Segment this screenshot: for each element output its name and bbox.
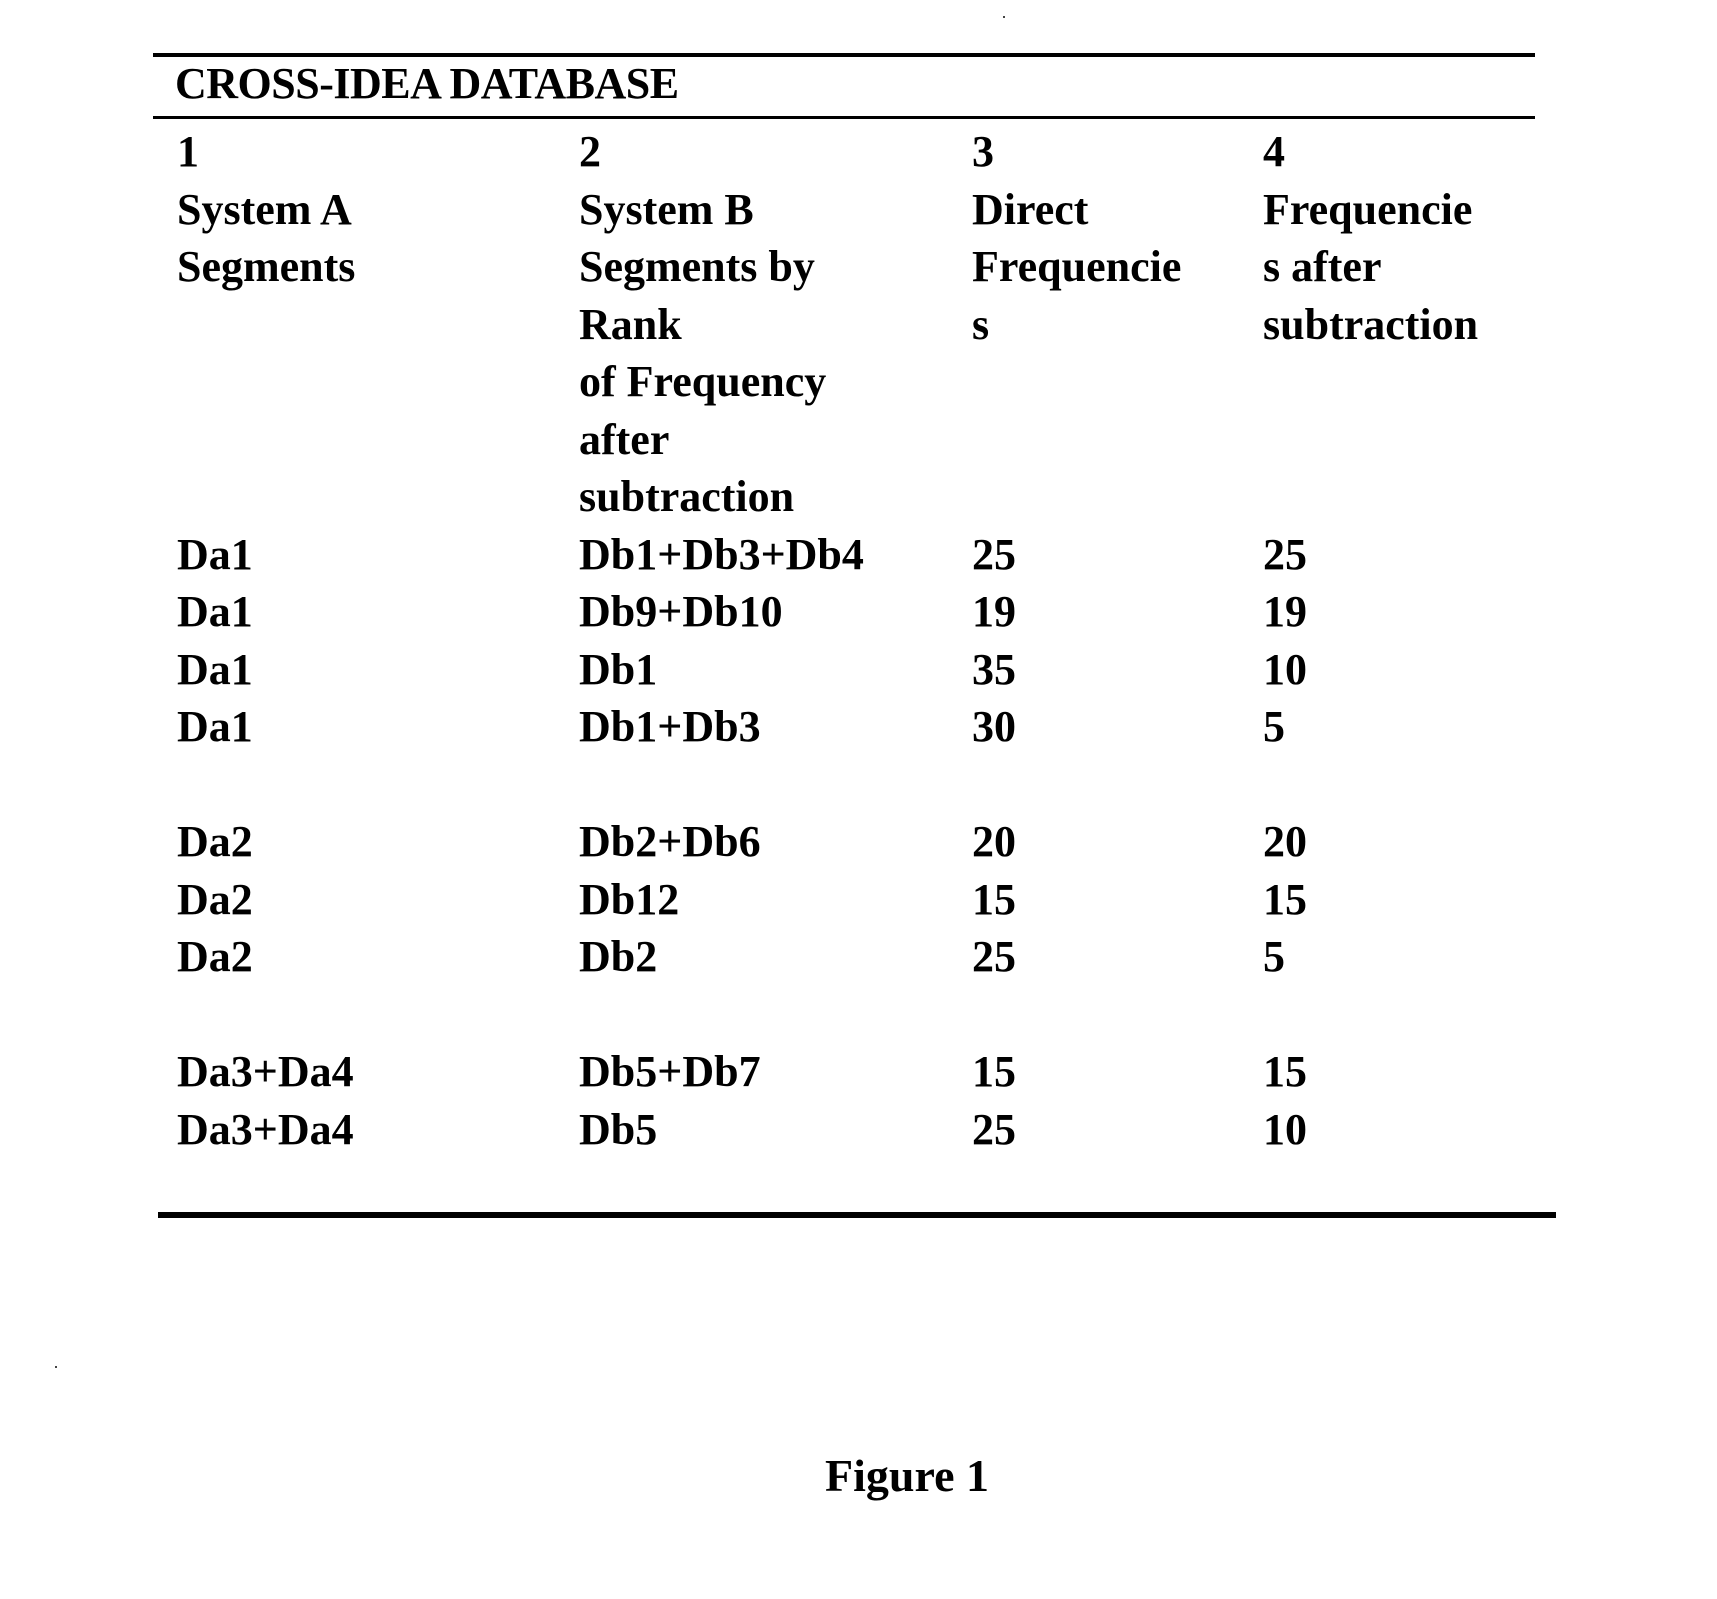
- system-b-segments-cell: Db5: [579, 1104, 658, 1154]
- figure-caption: Figure 1: [825, 1450, 989, 1501]
- column-header-line: Segments by: [579, 242, 815, 291]
- column-header-line: subtraction: [579, 472, 795, 521]
- direct-frequency-cell: 35: [972, 644, 1016, 694]
- column-number: 4: [1263, 127, 1285, 176]
- table-title: CROSS-IDEA DATABASE: [175, 59, 679, 108]
- column-header-1: 1 System A Segments: [177, 123, 355, 296]
- scan-speck: [55, 1366, 57, 1368]
- system-b-segments-cell: Db1: [579, 644, 658, 694]
- table-bottom-rule: [158, 1212, 1556, 1218]
- system-b-segments-cell: Db1+Db3+Db4: [579, 529, 864, 579]
- frequency-after-subtraction-cell: 20: [1263, 817, 1307, 866]
- table-top-rule: [153, 53, 1535, 57]
- direct-frequency-cell: 25: [972, 529, 1016, 579]
- system-a-segment-cell: Da2: [177, 874, 253, 924]
- column-header-line: subtraction: [1263, 299, 1479, 349]
- column-header-line: s after: [1263, 242, 1382, 291]
- frequency-after-subtraction-cell: 15: [1263, 1047, 1307, 1096]
- system-b-segments-cell: Db5+Db7: [579, 1047, 761, 1096]
- system-a-segment-cell: Da2: [177, 932, 253, 981]
- system-a-segment-cell: Da1: [177, 702, 253, 751]
- frequency-after-subtraction-cell: 10: [1263, 1104, 1307, 1154]
- frequency-after-subtraction-cell: 25: [1263, 529, 1307, 579]
- system-a-segment-cell: Da1: [177, 529, 253, 579]
- column-header-3: 3 Direct Frequencie s: [972, 123, 1181, 353]
- column-header-line: Frequencie: [972, 242, 1182, 291]
- system-b-segments-cell: Db12: [579, 874, 680, 924]
- direct-frequency-cell: 15: [972, 1047, 1016, 1096]
- direct-frequency-cell: 25: [972, 1104, 1016, 1154]
- column-number: 1: [177, 127, 199, 176]
- column-header-line: System B: [579, 184, 754, 234]
- frequency-after-subtraction-cell: 19: [1263, 587, 1307, 636]
- scan-speck: [1003, 16, 1005, 18]
- column-header-2: 2 System B Segments by Rank of Frequency afte…: [579, 123, 826, 526]
- column-header-line: Direct: [972, 184, 1089, 234]
- column-header-line: System A: [177, 184, 352, 234]
- table-title-rule: [153, 116, 1535, 119]
- frequency-after-subtraction-cell: 10: [1263, 644, 1307, 694]
- direct-frequency-cell: 20: [972, 817, 1016, 866]
- column-number: 2: [579, 127, 601, 176]
- column-header-line: Rank: [579, 299, 682, 349]
- direct-frequency-cell: 19: [972, 587, 1016, 636]
- column-header-line: s: [972, 299, 990, 349]
- system-a-segment-cell: Da1: [177, 587, 253, 636]
- system-a-segment-cell: Da1: [177, 644, 253, 694]
- system-b-segments-cell: Db1+Db3: [579, 702, 761, 751]
- column-header-line: of Frequency: [579, 357, 827, 406]
- frequency-after-subtraction-cell: 15: [1263, 874, 1307, 924]
- column-header-line: Frequencie: [1263, 184, 1473, 234]
- column-number: 3: [972, 127, 994, 176]
- frequency-after-subtraction-cell: 5: [1263, 932, 1285, 981]
- column-header-line: Segments: [177, 242, 356, 291]
- column-header-4: 4 Frequencie s after subtraction: [1263, 123, 1478, 353]
- system-a-segment-cell: Da3+Da4: [177, 1104, 354, 1154]
- direct-frequency-cell: 30: [972, 702, 1016, 751]
- system-a-segment-cell: Da2: [177, 817, 253, 866]
- direct-frequency-cell: 25: [972, 932, 1016, 981]
- system-b-segments-cell: Db2: [579, 932, 658, 981]
- frequency-after-subtraction-cell: 5: [1263, 702, 1285, 751]
- system-a-segment-cell: Da3+Da4: [177, 1047, 354, 1096]
- column-header-line: after: [579, 414, 670, 464]
- direct-frequency-cell: 15: [972, 874, 1016, 924]
- system-b-segments-cell: Db2+Db6: [579, 817, 761, 866]
- system-b-segments-cell: Db9+Db10: [579, 587, 783, 636]
